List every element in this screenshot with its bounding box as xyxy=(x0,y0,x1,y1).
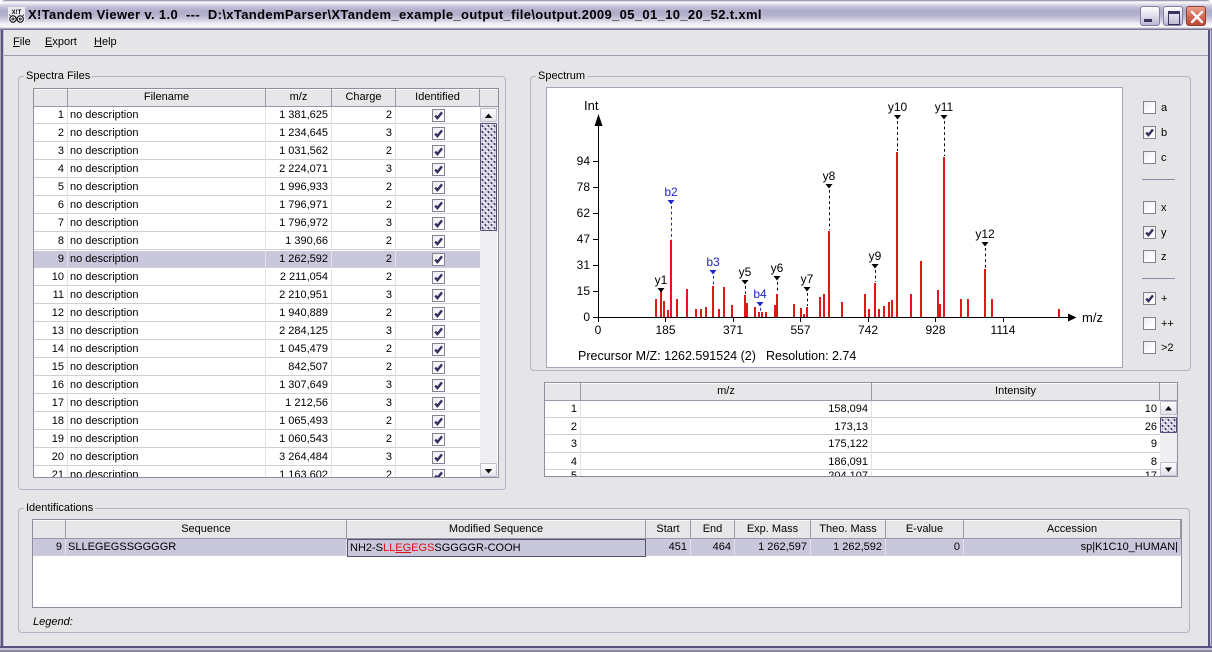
svg-text:X!T: X!T xyxy=(12,10,22,16)
